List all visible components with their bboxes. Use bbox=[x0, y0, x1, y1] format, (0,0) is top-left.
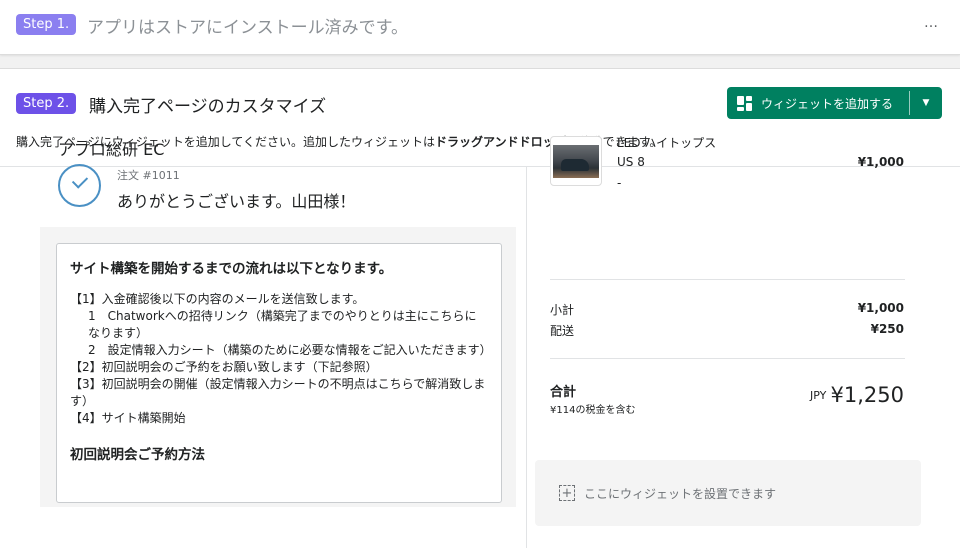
subtotal-label: 小計 bbox=[550, 303, 575, 317]
product-variant: US 8 bbox=[617, 155, 645, 169]
widget-placeholder-text: ここにウィジェットを設置できます bbox=[584, 486, 777, 501]
add-widget-button-group: ウィジェットを追加する ▼ bbox=[727, 87, 942, 119]
widget-title: サイト構築を開始するまでの流れは以下となります。 bbox=[70, 261, 393, 277]
step1-badge: Step 1. bbox=[16, 14, 77, 35]
tax-note: ¥114の税金を含む bbox=[550, 405, 636, 416]
checkmark-icon bbox=[58, 164, 101, 207]
widget-line: 【4】サイト構築開始 bbox=[70, 411, 186, 425]
more-icon[interactable]: … bbox=[924, 15, 939, 31]
step1-card: Step 1. アプリはストアにインストール済みです。 … bbox=[0, 0, 960, 55]
column-divider bbox=[526, 167, 527, 548]
widget-icon bbox=[737, 95, 752, 111]
product-extra: - bbox=[617, 176, 622, 190]
shipping-label: 配送 bbox=[550, 324, 575, 338]
add-placeholder-icon: + bbox=[559, 485, 575, 501]
product-thumbnail bbox=[550, 136, 602, 186]
total-value: ¥1,250 bbox=[830, 383, 904, 407]
widget-subtitle: 初回説明会ご予約方法 bbox=[70, 447, 205, 463]
dropdown-arrow-icon[interactable]: ▼ bbox=[910, 87, 942, 119]
widget-line: 【3】初回説明会の開催（設定情報入力シートの不明点はこちらで解消致します） bbox=[70, 377, 486, 408]
summary-divider bbox=[550, 358, 905, 359]
product-name: LED ハイトップス bbox=[617, 136, 717, 150]
widget-line: 【1】入金確認後以下の内容のメールを送信致します。 bbox=[70, 292, 365, 306]
add-widget-label: ウィジェットを追加する bbox=[761, 96, 894, 111]
thanks-message: ありがとうございます。山田様！ bbox=[117, 192, 356, 211]
order-number: 注文 #1011 bbox=[117, 169, 180, 182]
shipping-value: ¥250 bbox=[870, 322, 904, 336]
shop-name: アプロ総研 EC bbox=[58, 140, 165, 159]
widget-line: 1 Chatworkへの招待リンク（構築完了までのやりとりは主にこちらになります… bbox=[88, 309, 477, 340]
total-label: 合計 bbox=[550, 385, 577, 400]
subtotal-value: ¥1,000 bbox=[857, 301, 904, 315]
widget-drop-zone[interactable]: + ここにウィジェットを設置できます bbox=[535, 460, 921, 526]
button-divider bbox=[909, 91, 910, 115]
step2-title: 購入完了ページのカスタマイズ bbox=[89, 97, 327, 117]
widget-line: 2 設定情報入力シート（構築のために必要な情報をご記入いただきます） bbox=[88, 343, 492, 357]
text-widget[interactable]: サイト構築を開始するまでの流れは以下となります。 【1】入金確認後以下の内容のメ… bbox=[56, 243, 502, 503]
product-price: ¥1,000 bbox=[857, 155, 904, 169]
step2-badge: Step 2. bbox=[16, 93, 77, 114]
summary-divider bbox=[550, 279, 905, 280]
step1-text: アプリはストアにインストール済みです。 bbox=[87, 18, 408, 38]
widget-line: 【2】初回説明会のご予約をお願い致します（下記参照） bbox=[70, 360, 378, 374]
add-widget-button[interactable]: ウィジェットを追加する bbox=[727, 87, 909, 119]
currency-code: JPY bbox=[810, 389, 827, 402]
